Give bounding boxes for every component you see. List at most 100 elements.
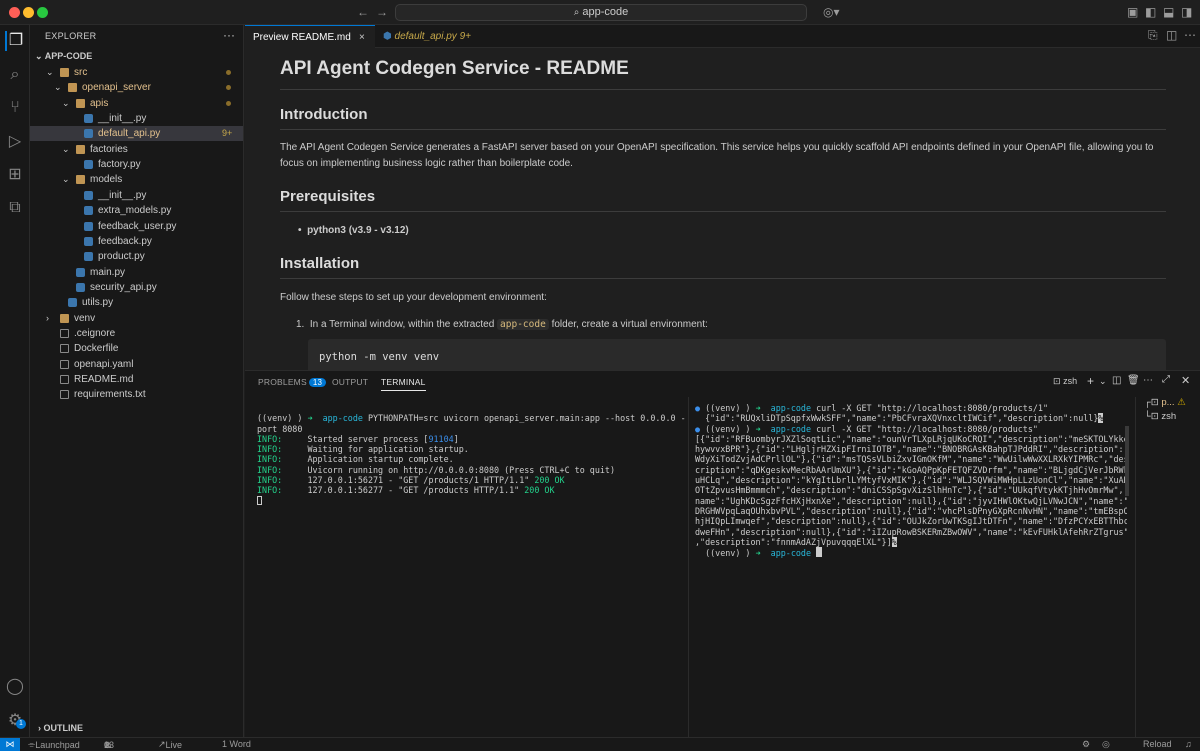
tree-file[interactable]: Dockerfile	[30, 341, 243, 356]
extensions-icon[interactable]: ⊞	[5, 165, 25, 185]
maximize-window-button[interactable]	[37, 7, 48, 18]
prompt-arrow-icon: ➜	[755, 423, 761, 434]
more-actions-icon[interactable]: ⋯	[1143, 375, 1153, 386]
tree-folder[interactable]: › venv	[30, 311, 243, 326]
readme-title: API Agent Codegen Service - README	[280, 58, 1166, 90]
prompt-arrow-icon: ➜	[755, 548, 761, 559]
notifications-bell-icon[interactable]: ♫	[1185, 739, 1192, 749]
prerequisites-heading: Prerequisites	[280, 188, 1166, 212]
tree-item-label: apis	[90, 97, 109, 109]
remote-explorer-icon[interactable]: ⧉	[5, 198, 25, 218]
tree-file[interactable]: __init__.py	[30, 111, 243, 126]
more-actions-icon[interactable]: ⋯	[1184, 28, 1196, 42]
maximize-panel-icon[interactable]: ⤢	[1162, 374, 1170, 385]
explorer-title: EXPLORER	[45, 31, 97, 41]
problems-badge: 9+	[222, 128, 233, 139]
log-text: Uvicorn running on http://0.0.0.0:8080 (…	[307, 464, 616, 475]
tree-folder[interactable]: ⌄ models	[30, 172, 243, 187]
outline-section[interactable]: › OUTLINE	[38, 723, 83, 733]
tree-file[interactable]: requirements.txt	[30, 387, 243, 402]
prompt-env: ((venv) )	[257, 413, 303, 424]
chevron-down-icon: ⌄	[62, 143, 70, 154]
close-panel-icon[interactable]: ✕	[1181, 374, 1190, 387]
back-arrow-icon[interactable]: ←	[357, 4, 369, 20]
copilot-status-icon[interactable]: ◎	[1102, 739, 1110, 750]
open-source-icon[interactable]: ⎘	[1148, 28, 1158, 43]
tree-file[interactable]: security_api.py	[30, 280, 243, 295]
terminal-right[interactable]: ● ((venv) ) ➜ app-code curl -X GET "http…	[695, 403, 1127, 733]
close-window-button[interactable]	[9, 7, 20, 18]
remote-indicator[interactable]: ⋈	[0, 738, 20, 751]
chevron-right-icon: ›	[46, 312, 49, 323]
live-share-button[interactable]: ↗ Live Share	[158, 739, 190, 751]
tree-folder[interactable]: ⌄ src	[30, 65, 243, 80]
toggle-sidebar-icon[interactable]: ◧	[1145, 4, 1156, 20]
tab-preview-readme[interactable]: Preview README.md ×	[245, 25, 375, 48]
search-icon[interactable]: ⌕	[5, 65, 25, 85]
terminal-scrollbar[interactable]	[1125, 426, 1129, 496]
explorer-icon[interactable]: ❐	[5, 31, 25, 51]
workspace-root[interactable]: ⌄ APP-CODE	[35, 51, 92, 62]
terminal-list-item-zsh[interactable]: └⊡ zsh	[1144, 411, 1176, 422]
tree-file[interactable]: utils.py	[30, 295, 243, 310]
tab-terminal[interactable]: TERMINAL	[381, 377, 426, 391]
log-text: Application startup complete.	[307, 454, 454, 465]
tree-file[interactable]: extra_models.py	[30, 203, 243, 218]
word-count[interactable]: 1 Word	[222, 739, 251, 749]
new-terminal-icon[interactable]: +	[1087, 374, 1094, 388]
source-control-icon[interactable]: ⑂	[5, 98, 25, 118]
python-file-icon: ⬢	[383, 31, 392, 42]
terminal-list-item-python[interactable]: ┌⊡ p... ⚠	[1144, 397, 1186, 408]
run-debug-icon[interactable]: ▷	[5, 132, 25, 152]
tree-file[interactable]: openapi.yaml	[30, 357, 243, 372]
folder-icon	[60, 313, 69, 323]
minimize-window-button[interactable]	[23, 7, 34, 18]
split-terminal-icon[interactable]: ◫	[1112, 375, 1121, 386]
code-text: python -m venv venv	[319, 351, 440, 363]
command-decoration-icon: ●	[695, 403, 701, 413]
launchpad-button[interactable]: ⌯ Launchpad	[28, 739, 80, 750]
terminal-output: {"id":"RUQxliDTpSqpfxWwkSFF","name":"PbC…	[705, 413, 1099, 424]
prompt-env: ((venv) )	[705, 403, 751, 413]
prompt-env: ((venv) )	[705, 548, 751, 559]
tree-folder[interactable]: ⌄ factories	[30, 142, 243, 157]
tree-item-label: utils.py	[82, 297, 114, 309]
terminal-left[interactable]: ((venv) ) ➜ app-code PYTHONPATH=src uvic…	[257, 403, 685, 733]
tree-file[interactable]: __init__.py	[30, 188, 243, 203]
terminal-split-divider[interactable]	[688, 397, 689, 738]
toggle-panel-icon[interactable]: ⬓	[1163, 4, 1174, 20]
gear-icon[interactable]: ⚙	[1082, 739, 1090, 750]
log-status: 200 OK	[524, 485, 555, 496]
more-actions-icon[interactable]: ···	[223, 28, 235, 42]
tree-file[interactable]: main.py	[30, 265, 243, 280]
tree-folder[interactable]: ⌄ openapi_server	[30, 80, 243, 95]
tree-file[interactable]: factory.py	[30, 157, 243, 172]
tree-file[interactable]: product.py	[30, 249, 243, 264]
tab-output[interactable]: OUTPUT	[332, 377, 368, 387]
split-editor-icon[interactable]: ◫	[1166, 28, 1177, 42]
tree-file[interactable]: README.md	[30, 372, 243, 387]
tree-item-label: feedback_user.py	[98, 220, 177, 232]
layout-toggle-icon[interactable]: ▣	[1127, 4, 1138, 20]
tree-folder[interactable]: ⌄ apis	[30, 96, 243, 111]
tree-file[interactable]: feedback.py	[30, 234, 243, 249]
close-icon[interactable]: ×	[359, 26, 365, 49]
toggle-secondary-sidebar-icon[interactable]: ◨	[1181, 4, 1192, 20]
reload-button[interactable]: Reload	[1143, 739, 1172, 749]
folder-icon	[76, 175, 85, 185]
accounts-icon[interactable]: ◯	[5, 677, 25, 697]
tree-file[interactable]: default_api.py 9+	[30, 126, 243, 142]
command-center-search[interactable]: ⌕ app-code	[395, 4, 807, 21]
explorer-sidebar: EXPLORER ··· ⌄ APP-CODE ⌄ src ⌄ openapi_ser…	[30, 25, 244, 737]
forward-arrow-icon[interactable]: →	[376, 4, 388, 20]
terminal-shell-selector[interactable]: ⊡ zsh	[1053, 376, 1077, 387]
tab-problems[interactable]: PROBLEMS 13	[258, 377, 327, 387]
copilot-icon[interactable]: ◎▾	[823, 4, 840, 20]
python-file-icon	[84, 221, 93, 231]
tree-file[interactable]: .ceignore	[30, 326, 243, 341]
tab-default-api[interactable]: ⬢ default_api.py 9+	[375, 25, 485, 48]
outline-label: OUTLINE	[43, 723, 84, 733]
kill-terminal-icon[interactable]: 🗑︎	[1127, 375, 1140, 386]
chevron-down-icon[interactable]: ⌄	[1099, 376, 1107, 387]
tree-file[interactable]: feedback_user.py	[30, 219, 243, 234]
